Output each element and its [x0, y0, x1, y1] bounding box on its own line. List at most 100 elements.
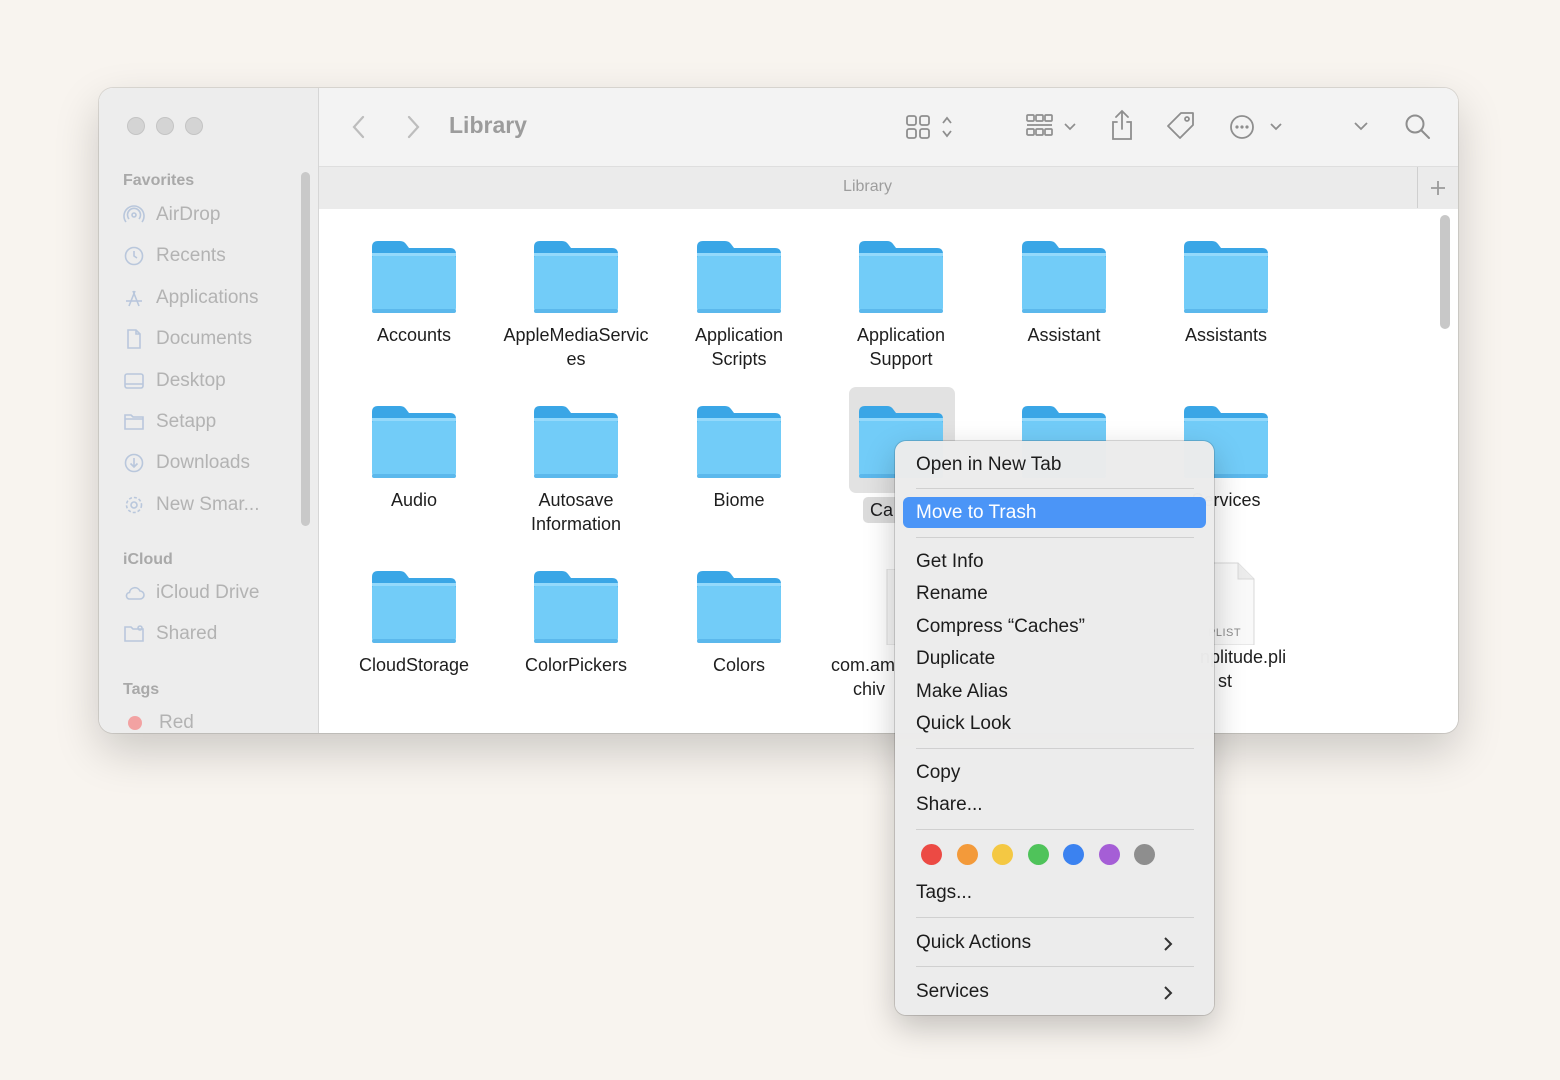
folder-item[interactable]: Assistant: [974, 239, 1154, 347]
plus-icon: [1431, 180, 1445, 195]
sidebar-item-downloads[interactable]: Downloads: [123, 448, 250, 478]
tag-color-blue[interactable]: [1063, 844, 1084, 865]
menu-item-make-alias[interactable]: Make Alias: [916, 677, 1008, 707]
tag-color-orange[interactable]: [956, 844, 978, 865]
tag-color-red[interactable]: [921, 844, 942, 865]
chevron-down-icon[interactable]: [1351, 116, 1371, 136]
file-grid: Accounts AppleMediaServic es Application…: [319, 209, 1458, 733]
clock-icon: [124, 246, 144, 266]
close-button[interactable]: [127, 117, 145, 135]
item-label: es: [566, 349, 586, 369]
sidebar-item-airdrop[interactable]: AirDrop: [123, 200, 220, 230]
folder-item[interactable]: Audio: [324, 404, 504, 512]
more-actions-icon[interactable]: [1227, 112, 1285, 142]
menu-item-tags[interactable]: Tags...: [916, 878, 972, 908]
sidebar-item-label: Shared: [156, 623, 218, 644]
sidebar-item-label: Applications: [156, 287, 259, 308]
sidebar-scrollbar[interactable]: [301, 172, 310, 526]
folder-icon: [695, 404, 783, 480]
sidebar-item-label: Recents: [156, 245, 226, 266]
new-tab-button[interactable]: [1417, 167, 1458, 208]
tag-color-green[interactable]: [1027, 844, 1049, 865]
folder-item[interactable]: Accounts: [324, 239, 504, 347]
menu-separator: [916, 488, 1194, 489]
menu-item-open-in-new-tab[interactable]: Open in New Tab: [916, 450, 1061, 480]
zoom-button[interactable]: [185, 117, 203, 135]
icon-view-icon[interactable]: [905, 112, 959, 142]
menu-item-services[interactable]: Services: [916, 977, 1194, 1007]
menu-item-move-to-trash[interactable]: Move to Trash: [903, 497, 1206, 528]
folder-item[interactable]: Colors: [649, 569, 829, 677]
folder-item[interactable]: Biome: [649, 404, 829, 512]
menu-separator: [916, 537, 1194, 538]
toolbar: Library: [319, 88, 1458, 166]
sidebar-item-documents[interactable]: Documents: [123, 324, 252, 354]
item-label: CloudStorage: [358, 655, 470, 675]
window-controls: [127, 117, 203, 135]
content-scrollbar[interactable]: [1440, 215, 1450, 329]
folder-icon: [1020, 239, 1108, 315]
back-chevron-icon[interactable]: [349, 114, 371, 140]
menu-item-duplicate[interactable]: Duplicate: [916, 644, 995, 674]
red-tag-dot: [128, 716, 142, 730]
window-title: Library: [449, 112, 527, 138]
sidebar-item-label: Desktop: [156, 370, 226, 391]
group-by-icon[interactable]: [1025, 112, 1081, 142]
sidebar-item-recents[interactable]: Recents: [123, 241, 226, 271]
folder-item[interactable]: Autosave Information: [486, 404, 666, 536]
sidebar-item-setapp[interactable]: Setapp: [123, 407, 216, 437]
item-label: Assistant: [1027, 325, 1101, 345]
sidebar: Favorites AirDrop Recents Applications D…: [99, 88, 319, 733]
sidebar-item-desktop[interactable]: Desktop: [123, 366, 226, 396]
folder-item[interactable]: Assistants: [1136, 239, 1316, 347]
item-label: Assistants: [1184, 325, 1268, 345]
menu-item-compress[interactable]: Compress “Caches”: [916, 612, 1085, 642]
tab-library[interactable]: Library: [319, 178, 1416, 196]
sidebar-item-icloud-drive[interactable]: iCloud Drive: [123, 578, 259, 608]
sidebar-item-applications[interactable]: Applications: [123, 283, 258, 313]
sidebar-item-label: Setapp: [156, 411, 217, 432]
item-label: Information: [530, 514, 622, 534]
menu-item-share[interactable]: Share...: [916, 790, 983, 820]
menu-item-label: Services: [916, 981, 989, 1002]
menu-separator: [916, 966, 1194, 967]
menu-item-quick-look[interactable]: Quick Look: [916, 709, 1011, 739]
minimize-button[interactable]: [156, 117, 174, 135]
item-label: Support: [869, 349, 933, 369]
desktop-icon: [124, 373, 144, 389]
gear-icon: [125, 496, 143, 514]
folder-icon: [532, 569, 620, 645]
item-label: Application: [694, 325, 784, 345]
sidebar-item-tag-red[interactable]: Red: [123, 708, 194, 733]
folder-icon: [532, 404, 620, 480]
search-icon[interactable]: [1403, 112, 1433, 142]
folder-item[interactable]: Application Support: [811, 239, 991, 371]
folder-icon: [370, 239, 458, 315]
folder-icon: [695, 569, 783, 645]
item-label: Autosave: [538, 490, 614, 510]
context-menu: Open in New Tab Move to Trash Get Info R…: [895, 441, 1214, 1015]
folder-icon: [370, 404, 458, 480]
forward-chevron-icon[interactable]: [401, 114, 423, 140]
tag-icon[interactable]: [1165, 110, 1197, 142]
menu-item-copy[interactable]: Copy: [916, 758, 960, 788]
menu-item-quick-actions[interactable]: Quick Actions: [916, 928, 1194, 958]
tag-color-yellow[interactable]: [992, 844, 1013, 865]
menu-item-rename[interactable]: Rename: [916, 579, 988, 609]
folder-item[interactable]: ColorPickers: [486, 569, 666, 677]
folder-item[interactable]: Application Scripts: [649, 239, 829, 371]
folder-icon: [1182, 239, 1270, 315]
menu-item-label: Quick Actions: [916, 932, 1032, 953]
folder-item[interactable]: AppleMediaServic es: [486, 239, 666, 371]
sidebar-item-new-smart-folder[interactable]: New Smar...: [123, 490, 259, 520]
cloud-icon: [125, 586, 145, 600]
sidebar-item-shared[interactable]: Shared: [123, 619, 217, 649]
tag-color-purple[interactable]: [1098, 844, 1120, 865]
share-icon[interactable]: [1109, 108, 1135, 142]
menu-item-get-info[interactable]: Get Info: [916, 547, 984, 577]
tag-color-picker: [921, 844, 1155, 865]
folder-item[interactable]: CloudStorage: [324, 569, 504, 677]
item-label: Scripts: [711, 349, 767, 369]
tag-color-gray[interactable]: [1134, 844, 1155, 865]
sidebar-item-label: AirDrop: [156, 204, 221, 225]
